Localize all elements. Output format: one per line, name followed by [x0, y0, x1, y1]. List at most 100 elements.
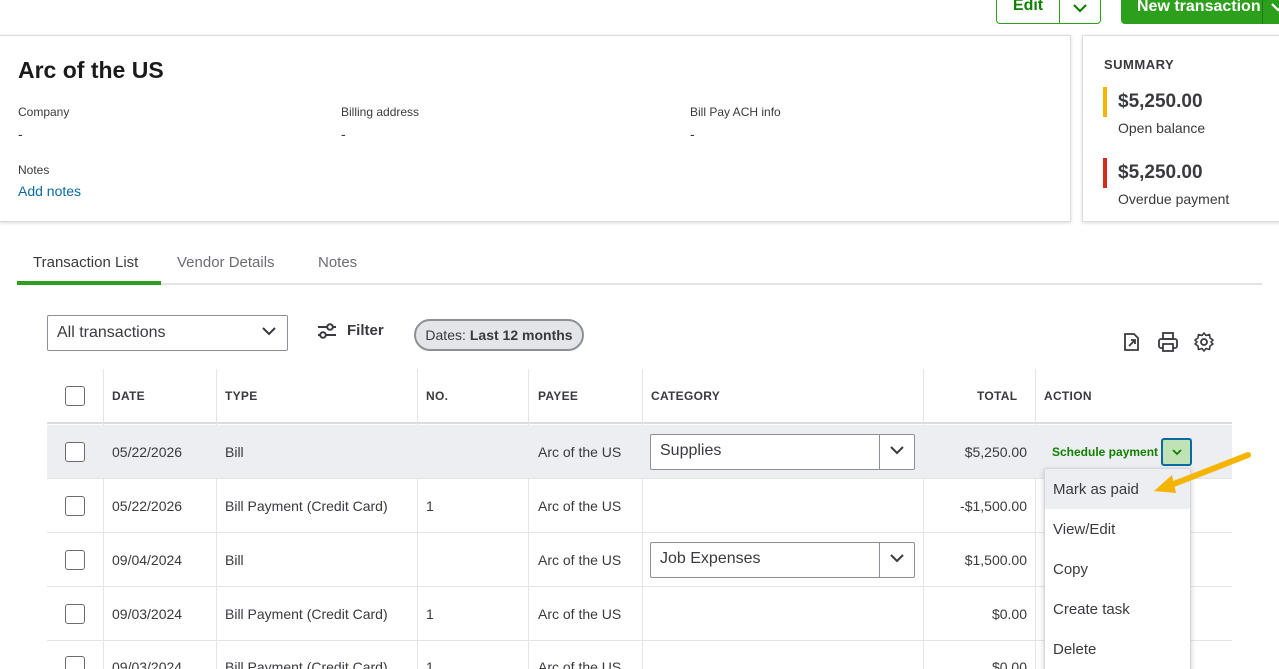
- col-action: ACTION: [1044, 388, 1092, 403]
- vendor-name: Arc of the US: [18, 57, 164, 83]
- cell-total: -$1,500.00: [960, 497, 1027, 514]
- row-checkbox-cell: [47, 479, 103, 532]
- add-notes-link[interactable]: Add notes: [18, 183, 81, 199]
- select-all-cell: [47, 369, 103, 422]
- col-payee[interactable]: PAYEE: [529, 369, 578, 422]
- category-select[interactable]: Supplies: [650, 434, 915, 470]
- open-balance-indicator: [1103, 87, 1107, 117]
- schedule-payment-link[interactable]: Schedule payment: [1052, 445, 1158, 459]
- cell-date: 09/03/2024: [112, 659, 183, 669]
- dates-prefix: Dates:: [425, 327, 466, 343]
- table-header-row: DATE TYPE NO. PAYEE CATEGORY TOTAL ACTIO…: [47, 369, 1232, 424]
- company-label: Company: [18, 105, 70, 119]
- cell-date: 09/03/2024: [112, 605, 183, 622]
- cell-payee: Arc of the US: [538, 659, 622, 669]
- date-filter-pill[interactable]: Dates: Last 12 months: [414, 319, 584, 351]
- chevron-down-icon: [1271, 3, 1279, 12]
- cell-date: 05/22/2026: [112, 497, 183, 514]
- select-divider: [879, 543, 880, 577]
- open-balance-label: Open balance: [1118, 120, 1206, 136]
- select-all-checkbox[interactable]: [65, 385, 85, 406]
- transaction-type-select[interactable]: All transactions: [47, 315, 288, 351]
- notes-label: Notes: [18, 163, 50, 177]
- row-checkbox[interactable]: [65, 656, 85, 669]
- filter-button[interactable]: Filter: [317, 322, 384, 339]
- cell-payee: Arc of the US: [538, 443, 622, 460]
- cell-payee: Arc of the US: [538, 551, 622, 568]
- cell-total: $0.00: [991, 659, 1027, 669]
- col-type[interactable]: TYPE: [216, 369, 258, 422]
- print-icon[interactable]: [1157, 331, 1179, 353]
- cell-type: Bill Payment (Credit Card): [225, 659, 388, 669]
- cell-payee: Arc of the US: [538, 497, 622, 514]
- cell-date: 09/04/2024: [112, 551, 183, 568]
- summary-card: SUMMARY $5,250.00 Open balance $5,250.00…: [1082, 35, 1279, 222]
- chevron-down-icon: [890, 554, 904, 563]
- col-date[interactable]: DATE: [103, 369, 145, 422]
- cell-type: Bill: [225, 551, 244, 568]
- billing-address-value: -: [341, 126, 346, 142]
- tab-notes[interactable]: Notes: [318, 254, 357, 271]
- edit-more-button[interactable]: [1059, 0, 1101, 24]
- overdue-amount[interactable]: $5,250.00: [1118, 162, 1203, 184]
- filter-sliders-icon: [318, 322, 336, 339]
- tab-transaction-list[interactable]: Transaction List: [33, 254, 138, 271]
- edit-button[interactable]: Edit: [996, 0, 1059, 24]
- cell-type: Bill Payment (Credit Card): [225, 497, 388, 514]
- open-balance-amount[interactable]: $5,250.00: [1118, 91, 1203, 113]
- category-value: Supplies: [660, 442, 722, 459]
- menu-item-copy[interactable]: Copy: [1045, 549, 1190, 589]
- overdue-indicator: [1103, 158, 1107, 188]
- settings-gear-icon[interactable]: [1193, 331, 1215, 353]
- row-checkbox-cell: [47, 533, 103, 586]
- company-value: -: [18, 126, 23, 142]
- transaction-type-value: All transactions: [57, 324, 166, 341]
- cell-type: Bill: [225, 443, 244, 460]
- annotation-arrow-icon: [1154, 452, 1251, 493]
- menu-item-view-edit[interactable]: View/Edit: [1045, 509, 1190, 549]
- chevron-down-icon: [890, 446, 904, 455]
- category-select[interactable]: Job Expenses: [650, 542, 915, 578]
- cell-total: $1,500.00: [964, 551, 1027, 568]
- summary-title: SUMMARY: [1104, 57, 1175, 72]
- cell-no: [417, 533, 426, 586]
- active-tab-indicator: [17, 281, 161, 285]
- row-checkbox[interactable]: [65, 603, 85, 624]
- bill-pay-label: Bill Pay ACH info: [690, 105, 781, 119]
- col-total[interactable]: TOTAL: [968, 369, 1017, 422]
- billing-address-label: Billing address: [341, 105, 420, 119]
- row-checkbox-cell: [47, 641, 103, 669]
- category-value: Job Expenses: [660, 550, 761, 567]
- tab-vendor-details[interactable]: Vendor Details: [177, 254, 275, 271]
- filter-label: Filter: [347, 322, 384, 339]
- menu-item-create-task[interactable]: Create task: [1045, 589, 1190, 629]
- chevron-down-icon: [1073, 4, 1087, 13]
- cell-date: 05/22/2026: [112, 443, 183, 460]
- vendor-info-card: Arc of the US Company - Billing address …: [0, 35, 1071, 222]
- cell-no: [417, 425, 426, 478]
- action-menu: Mark as paid View/Edit Copy Create task …: [1044, 468, 1191, 669]
- row-checkbox[interactable]: [65, 549, 85, 570]
- cell-no: 1: [426, 497, 434, 514]
- cell-total: $0.00: [991, 605, 1027, 622]
- col-category[interactable]: CATEGORY: [642, 369, 720, 422]
- row-checkbox-cell: [47, 425, 103, 478]
- overdue-label: Overdue payment: [1118, 191, 1230, 207]
- cell-total: $5,250.00: [964, 443, 1027, 460]
- row-checkbox[interactable]: [65, 495, 85, 516]
- tab-bar: Transaction List Vendor Details Notes: [17, 248, 1262, 285]
- cell-payee: Arc of the US: [538, 605, 622, 622]
- new-transaction-button[interactable]: New transaction: [1121, 0, 1279, 24]
- cell-no: 1: [426, 659, 434, 669]
- select-divider: [879, 435, 880, 469]
- menu-item-delete[interactable]: Delete: [1045, 629, 1190, 669]
- button-divider: [1262, 0, 1263, 24]
- export-icon[interactable]: [1121, 331, 1143, 353]
- bill-pay-value: -: [690, 126, 695, 142]
- chevron-down-icon: [262, 327, 276, 336]
- cell-type: Bill Payment (Credit Card): [225, 605, 388, 622]
- edit-button-label: Edit: [1012, 0, 1044, 14]
- row-checkbox[interactable]: [65, 441, 85, 462]
- col-no[interactable]: NO.: [417, 369, 448, 422]
- dates-value: Last 12 months: [469, 327, 573, 343]
